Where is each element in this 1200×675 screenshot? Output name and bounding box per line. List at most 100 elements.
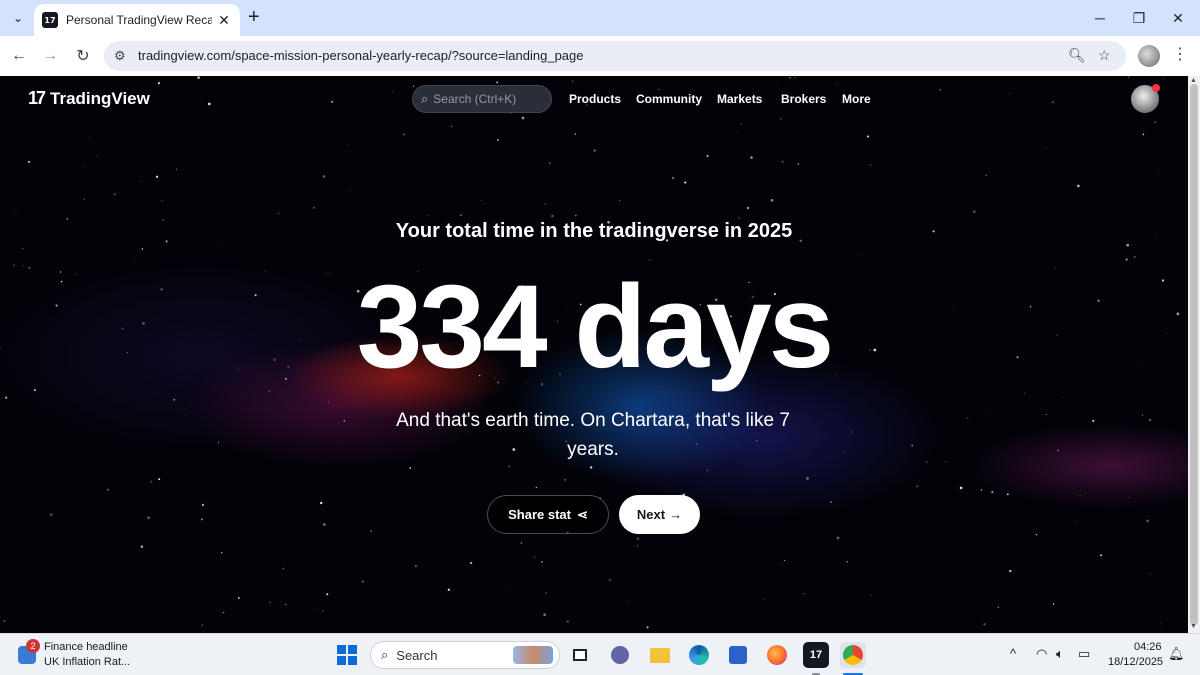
share-stat-label: Share stat xyxy=(508,507,571,522)
speaker-icon[interactable]: 🔈︎ xyxy=(1056,646,1064,662)
star xyxy=(866,135,870,138)
back-arrow-icon[interactable]: ← xyxy=(7,44,31,68)
star xyxy=(140,545,144,548)
star xyxy=(1046,147,1047,149)
browser-profile-avatar[interactable] xyxy=(1138,45,1160,67)
taskbar-search-box[interactable]: ⌕ Search xyxy=(370,641,560,669)
star xyxy=(980,489,983,491)
url-text[interactable]: tradingview.com/space-mission-personal-y… xyxy=(138,48,584,63)
scrollbar-thumb[interactable] xyxy=(1190,84,1198,625)
zoom-icon[interactable]: 🔍︎ xyxy=(1068,47,1086,64)
star xyxy=(1009,93,1010,94)
star xyxy=(750,156,753,159)
star xyxy=(780,562,782,564)
star xyxy=(846,561,848,563)
star xyxy=(871,594,873,596)
new-tab-button[interactable]: + xyxy=(248,7,260,27)
star xyxy=(544,203,546,205)
star xyxy=(140,181,142,183)
star xyxy=(972,210,976,213)
scroll-up-icon[interactable]: ▲ xyxy=(1190,77,1197,84)
star xyxy=(593,149,596,152)
star xyxy=(590,466,593,469)
star xyxy=(175,168,177,170)
star xyxy=(370,530,372,532)
star xyxy=(282,567,285,570)
nav-community[interactable]: Community xyxy=(636,92,702,106)
star xyxy=(91,566,93,568)
nav-markets[interactable]: Markets xyxy=(717,92,762,106)
star xyxy=(201,503,205,507)
news-headline-subtitle[interactable]: UK Inflation Rat... xyxy=(44,656,130,668)
star xyxy=(316,608,318,610)
bookmark-star-icon[interactable]: ☆ xyxy=(1098,47,1111,64)
nav-products[interactable]: Products xyxy=(569,92,621,106)
star xyxy=(945,461,947,463)
star xyxy=(619,200,620,201)
page-scrollbar[interactable]: ▲ ▼ xyxy=(1188,76,1200,633)
nav-more[interactable]: More xyxy=(842,92,871,106)
windows-start-icon[interactable] xyxy=(337,645,357,665)
window-close-button[interactable]: ✕ xyxy=(1156,0,1200,36)
star xyxy=(1079,495,1081,497)
star xyxy=(777,79,778,81)
user-avatar[interactable] xyxy=(1131,84,1160,113)
share-stat-button[interactable]: Share stat ⋖ xyxy=(487,495,609,534)
star xyxy=(706,154,709,157)
forward-arrow-icon[interactable]: → xyxy=(38,44,62,68)
news-headline-title[interactable]: Finance headline xyxy=(44,641,128,653)
site-search-placeholder: Search (Ctrl+K) xyxy=(433,92,517,106)
firefox-icon[interactable] xyxy=(764,642,790,668)
recap-subtitle: Your total time in the tradingverse in 2… xyxy=(395,220,793,242)
star xyxy=(637,545,639,547)
star xyxy=(392,90,394,92)
star xyxy=(269,601,271,603)
star xyxy=(789,76,792,79)
chrome-browser-icon[interactable] xyxy=(840,642,866,668)
address-bar[interactable]: ⚙ tradingview.com/space-mission-personal… xyxy=(104,41,1126,71)
star xyxy=(292,495,294,497)
restore-button[interactable]: ❐ xyxy=(1117,0,1161,36)
wifi-icon[interactable]: ◠ xyxy=(1036,646,1047,662)
store-app-icon[interactable] xyxy=(725,642,751,668)
battery-icon[interactable]: ▭ xyxy=(1078,646,1090,662)
site-search-input[interactable]: ⌕ Search (Ctrl+K) xyxy=(412,85,552,113)
tab-close-icon[interactable]: ✕ xyxy=(216,12,232,29)
star xyxy=(496,139,499,141)
chevron-up-icon[interactable]: ^ xyxy=(1010,646,1016,661)
clock-time[interactable]: 04:26 xyxy=(1134,641,1162,653)
star xyxy=(277,212,280,214)
bell-icon[interactable]: 🔔︎ xyxy=(1168,646,1185,662)
star xyxy=(770,199,774,202)
chat-app-icon[interactable] xyxy=(607,642,633,668)
clock-date[interactable]: 18/12/2025 xyxy=(1108,656,1163,668)
file-explorer-icon[interactable] xyxy=(647,642,673,668)
site-info-icon[interactable]: ⚙ xyxy=(114,48,126,64)
star xyxy=(509,588,511,590)
kebab-menu-icon[interactable]: ⋮ xyxy=(1172,44,1188,64)
reload-icon[interactable]: ↻ xyxy=(71,44,95,68)
star xyxy=(740,123,743,125)
star xyxy=(646,626,649,629)
star xyxy=(460,214,462,216)
star xyxy=(1052,603,1055,605)
star xyxy=(738,217,741,219)
next-button[interactable]: Next → xyxy=(619,495,700,534)
scroll-down-icon[interactable]: ▼ xyxy=(1190,623,1197,630)
star xyxy=(1051,101,1054,104)
star xyxy=(1023,392,1026,394)
notification-dot xyxy=(1152,84,1160,92)
star xyxy=(147,516,150,520)
nav-brokers[interactable]: Brokers xyxy=(781,92,826,106)
task-view-icon[interactable] xyxy=(567,642,593,668)
star xyxy=(1092,419,1095,423)
tradingview-app-icon[interactable]: 17 xyxy=(803,642,829,668)
browser-tab[interactable]: 17 Personal TradingView Recap — ✕ xyxy=(34,4,240,36)
tradingview-logo[interactable]: 17 TradingView xyxy=(28,88,150,109)
star xyxy=(1149,573,1151,575)
edge-browser-icon[interactable] xyxy=(686,642,712,668)
tab-search-button[interactable]: ⌄ xyxy=(6,6,30,30)
minimize-button[interactable]: ─ xyxy=(1078,0,1122,36)
star xyxy=(201,624,204,626)
star xyxy=(201,518,203,521)
